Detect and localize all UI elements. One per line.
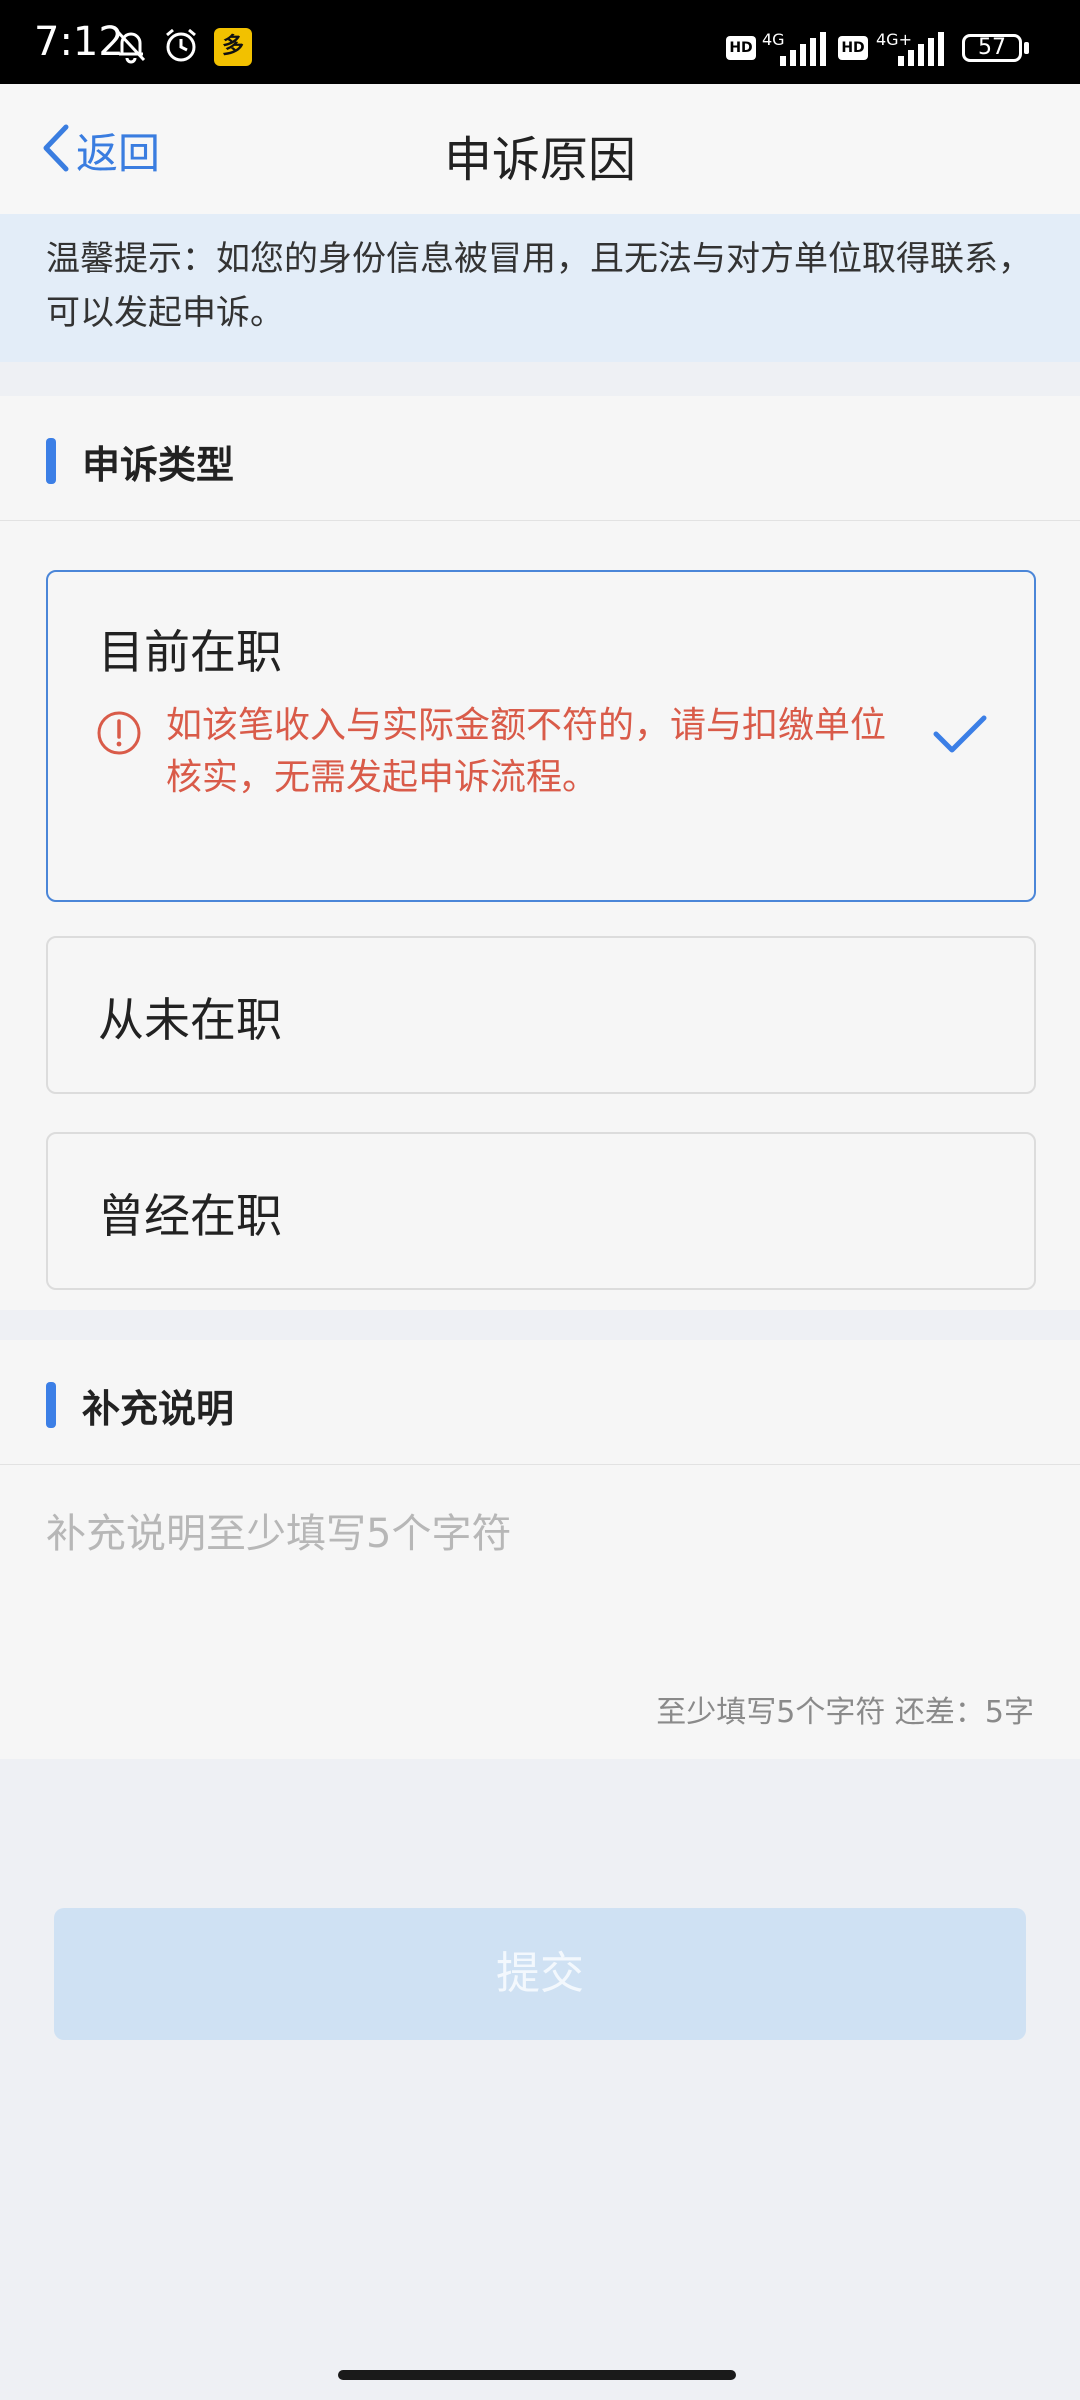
supplement-placeholder: 补充说明至少填写5个字符 xyxy=(46,1511,512,1557)
supplement-section: 补充说明 xyxy=(0,1340,1080,1465)
hd-icon: HD xyxy=(726,36,756,60)
section-accent-bar xyxy=(46,438,56,484)
signal-icon-2 xyxy=(896,32,946,70)
option-label: 曾经在职 xyxy=(98,1189,282,1243)
submit-button[interactable]: 提交 xyxy=(54,1908,1026,2040)
status-bar: 7:12 多 HD 4G HD 4G+ 57 xyxy=(0,0,1080,84)
battery-tip xyxy=(1024,42,1029,54)
warning-text: 如该笔收入与实际金额不符的，请与扣缴单位核实，无需发起申诉流程。 xyxy=(166,705,887,798)
alarm-icon xyxy=(162,26,200,68)
appeal-type-section: 申诉类型 目前在职 如该笔收入与实际金额不符的，请与扣缴单位核实，无需发起申诉流… xyxy=(0,396,1080,1310)
supplement-textarea[interactable]: 补充说明至少填写5个字符 至少填写5个字符 还差：5字 xyxy=(0,1465,1080,1759)
option-never-employed[interactable]: 从未在职 xyxy=(46,936,1036,1094)
option-label: 目前在职 xyxy=(98,625,282,679)
exclamation-circle-icon xyxy=(96,710,142,760)
char-count: 至少填写5个字符 还差：5字 xyxy=(656,1695,1034,1730)
appeal-type-title: 申诉类型 xyxy=(82,443,235,487)
option-label: 从未在职 xyxy=(98,993,282,1047)
mute-bell-icon xyxy=(112,26,150,68)
signal-icon xyxy=(778,32,828,70)
supplement-header: 补充说明 xyxy=(0,1340,1080,1465)
battery-icon: 57 xyxy=(962,34,1022,62)
status-time: 7:12 xyxy=(34,19,124,65)
nav-bar: 返回 申诉原因 xyxy=(0,84,1080,215)
hd-icon-2: HD xyxy=(838,36,868,60)
option-currently-employed[interactable]: 目前在职 如该笔收入与实际金额不符的，请与扣缴单位核实，无需发起申诉流程。 xyxy=(46,570,1036,902)
app-notification-icon: 多 xyxy=(214,28,252,66)
option-previously-employed[interactable]: 曾经在职 xyxy=(46,1132,1036,1290)
supplement-title: 补充说明 xyxy=(82,1387,235,1431)
home-indicator[interactable] xyxy=(338,2370,736,2380)
check-icon xyxy=(932,712,988,760)
tip-banner: 温馨提示：如您的身份信息被冒用，且无法与对方单位取得联系，可以发起申诉。 xyxy=(0,214,1080,362)
page-title: 申诉原因 xyxy=(443,132,636,188)
section-accent-bar xyxy=(46,1382,56,1428)
appeal-type-header: 申诉类型 xyxy=(0,396,1080,521)
